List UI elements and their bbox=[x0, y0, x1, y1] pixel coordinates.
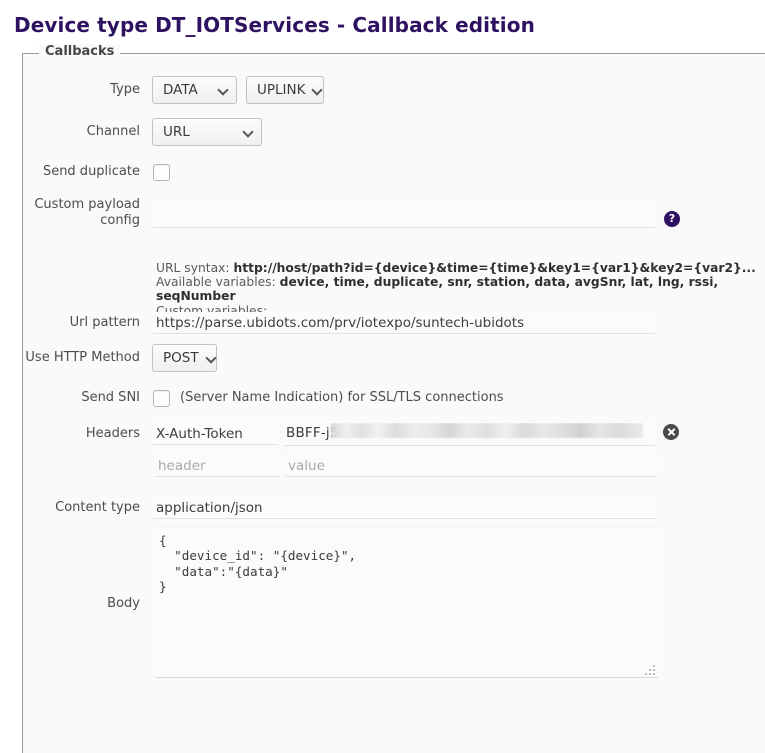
send-sni-checkbox[interactable] bbox=[153, 390, 170, 407]
url-syntax-hint: URL syntax: http://host/path?id={device}… bbox=[156, 261, 765, 275]
header-name-input-0[interactable] bbox=[153, 423, 278, 445]
chevron-down-icon bbox=[207, 353, 217, 363]
headers-row-empty bbox=[155, 455, 765, 477]
custom-payload-config-row: Custom payload config bbox=[0, 197, 700, 229]
redaction-blur bbox=[331, 423, 643, 438]
headers-row: Headers BBFF-j5 bbox=[0, 423, 700, 446]
content-type-label: Content type bbox=[55, 500, 140, 515]
chevron-down-icon bbox=[219, 85, 229, 95]
available-variables-prefix: Available variables: bbox=[156, 275, 280, 290]
help-icon[interactable]: ? bbox=[664, 211, 680, 227]
callbacks-legend: Callbacks bbox=[39, 44, 121, 59]
custom-payload-config-label-line2: config bbox=[100, 213, 140, 228]
type-category-value: DATA bbox=[163, 82, 198, 98]
send-duplicate-row: Send duplicate bbox=[0, 164, 340, 181]
url-pattern-label: Url pattern bbox=[69, 315, 140, 330]
url-hints: URL syntax: http://host/path?id={device}… bbox=[156, 261, 765, 318]
channel-value: URL bbox=[163, 124, 190, 140]
http-method-row: Use HTTP Method POST bbox=[0, 344, 400, 372]
custom-payload-config-input[interactable] bbox=[153, 206, 655, 228]
body-textarea[interactable]: { "device_id": "{device}", "data":"{data… bbox=[155, 526, 658, 678]
content-type-input[interactable] bbox=[153, 497, 656, 519]
url-pattern-input[interactable] bbox=[153, 312, 655, 334]
type-direction-value: UPLINK bbox=[257, 82, 306, 98]
content-type-row: Content type bbox=[0, 497, 700, 519]
chevron-down-icon bbox=[313, 85, 323, 95]
available-variables-hint: Available variables: device, time, dupli… bbox=[156, 275, 765, 303]
chevron-down-icon bbox=[244, 127, 254, 137]
url-syntax-value: http://host/path?id={device}&time={time}… bbox=[233, 261, 756, 275]
url-syntax-prefix: URL syntax: bbox=[156, 261, 234, 275]
channel-label: Channel bbox=[86, 124, 140, 139]
page-title: Device type DT_IOTServices - Callback ed… bbox=[14, 13, 535, 37]
delete-icon[interactable] bbox=[663, 424, 679, 440]
custom-payload-config-label-line1: Custom payload bbox=[34, 197, 140, 212]
header-value-input-1[interactable] bbox=[285, 455, 657, 477]
send-duplicate-checkbox[interactable] bbox=[153, 164, 170, 181]
type-row: Type DATA UPLINK bbox=[0, 76, 340, 104]
send-sni-row: Send SNI (Server Name Indication) for SS… bbox=[0, 390, 600, 407]
channel-select[interactable]: URL bbox=[152, 118, 262, 146]
channel-row: Channel URL bbox=[0, 118, 340, 146]
http-method-select[interactable]: POST bbox=[152, 344, 217, 372]
send-sni-description: (Server Name Indication) for SSL/TLS con… bbox=[180, 390, 504, 405]
type-direction-select[interactable]: UPLINK bbox=[246, 76, 324, 104]
send-duplicate-label: Send duplicate bbox=[42, 164, 140, 179]
send-sni-label: Send SNI bbox=[81, 390, 140, 405]
http-method-value: POST bbox=[163, 350, 199, 366]
header-value-input-0[interactable]: BBFF-j5 bbox=[283, 423, 655, 446]
type-category-select[interactable]: DATA bbox=[152, 76, 237, 104]
url-pattern-row: Url pattern bbox=[0, 312, 700, 334]
header-name-input-1[interactable] bbox=[155, 455, 280, 477]
headers-label: Headers bbox=[85, 426, 140, 441]
type-label: Type bbox=[110, 82, 140, 97]
body-label: Body bbox=[107, 596, 140, 611]
http-method-label: Use HTTP Method bbox=[25, 350, 140, 365]
